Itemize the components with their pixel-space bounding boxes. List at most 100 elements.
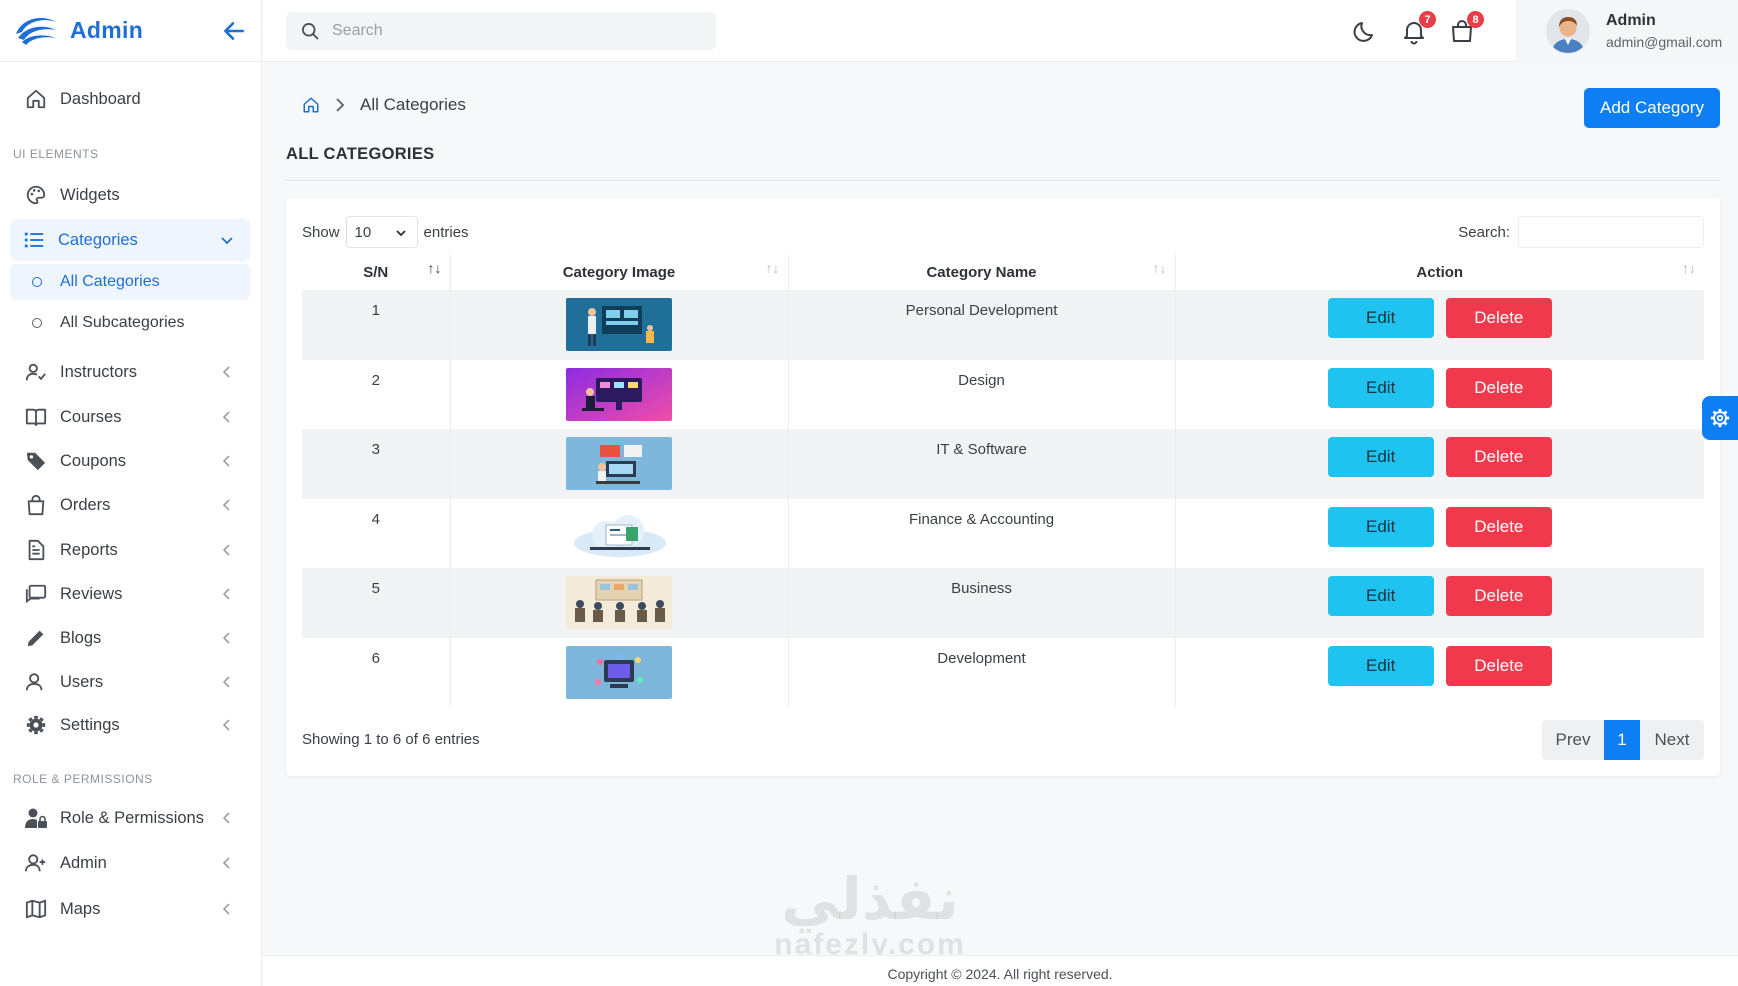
user-email: admin@gmail.com — [1606, 34, 1723, 50]
prev-page-button[interactable]: Prev — [1542, 720, 1604, 760]
book-icon — [24, 405, 48, 429]
table-row: 4 Finance & Accounting Edit Delete — [302, 498, 1704, 568]
customizer-toggle[interactable] — [1702, 396, 1738, 440]
page-button-current[interactable]: 1 — [1604, 720, 1640, 760]
search-icon — [302, 23, 319, 40]
sidebar-subitem-all-categories[interactable]: All Categories — [10, 264, 250, 300]
chevron-left-icon — [222, 455, 230, 467]
arrow-left-icon[interactable] — [221, 18, 247, 44]
section-ui-elements: UI ELEMENTS — [13, 147, 99, 161]
column-header-category-name[interactable]: Category Name ↑↓ — [788, 254, 1176, 290]
column-header-label: Category Name — [926, 263, 1037, 281]
column-header-action[interactable]: Action ↑↓ — [1175, 254, 1704, 290]
home-icon[interactable] — [302, 96, 320, 114]
sort-icon: ↑↓ — [1152, 260, 1167, 276]
sidebar-item-label: Coupons — [60, 451, 127, 470]
divider — [286, 180, 1720, 181]
cell-actions: Edit Delete — [1175, 568, 1704, 638]
add-category-button[interactable]: Add Category — [1584, 88, 1720, 128]
table-row: 2 Design Edit Delete — [302, 359, 1704, 429]
cell-actions: Edit Delete — [1175, 638, 1704, 708]
search-box[interactable] — [286, 12, 716, 50]
sidebar-item-label: Settings — [60, 715, 120, 734]
delete-button[interactable]: Delete — [1445, 506, 1552, 547]
page-length-value: 10 — [354, 223, 372, 241]
edit-button[interactable]: Edit — [1327, 437, 1434, 477]
sidebar-item-users[interactable]: Users — [10, 661, 250, 703]
sidebar-item-coupons[interactable]: Coupons — [10, 440, 250, 482]
category-image-it-software — [566, 437, 672, 490]
breadcrumb: All Categories — [302, 95, 466, 115]
user-menu[interactable]: Admin admin@gmail.com — [1516, 0, 1738, 62]
notifications-button[interactable]: 7 — [1400, 11, 1436, 45]
circle-icon — [32, 318, 42, 328]
delete-button[interactable]: Delete — [1445, 367, 1552, 408]
sidebar-subitem-label: All Subcategories — [60, 314, 185, 331]
cart-button[interactable]: 8 — [1448, 11, 1484, 45]
cell-category-name: Business — [788, 568, 1176, 638]
sidebar-item-courses[interactable]: Courses — [10, 396, 250, 438]
sidebar-item-role-permissions[interactable]: Role & Permissions — [10, 797, 250, 839]
delete-button[interactable]: Delete — [1445, 437, 1552, 477]
edit-button[interactable]: Edit — [1327, 298, 1434, 338]
pagination: Prev 1 Next — [1542, 720, 1704, 760]
sidebar-item-label: Courses — [60, 407, 122, 426]
sidebar-item-label: Reports — [60, 540, 118, 559]
category-image-finance-accounting — [566, 506, 672, 560]
cell-category-name: Personal Development — [788, 290, 1176, 360]
chevron-down-icon — [395, 230, 406, 237]
column-header-category-image[interactable]: Category Image ↑↓ — [450, 254, 789, 290]
edit-button[interactable]: Edit — [1327, 367, 1434, 408]
brand-title: Admin — [70, 17, 144, 43]
column-header-sn[interactable]: S/N ↑↓ — [302, 254, 451, 290]
edit-button[interactable]: Edit — [1327, 506, 1434, 547]
home-icon — [24, 87, 48, 111]
cell-image — [450, 637, 789, 707]
edit-button[interactable]: Edit — [1327, 576, 1434, 616]
sidebar-item-maps[interactable]: Maps — [10, 888, 250, 930]
chevron-left-icon — [222, 544, 230, 556]
page-length-select[interactable]: 10 — [345, 216, 418, 248]
moon-icon[interactable] — [1352, 17, 1380, 45]
sidebar-item-label: Orders — [60, 495, 111, 514]
page-title: ALL CATEGORIES — [286, 145, 435, 163]
edit-button[interactable]: Edit — [1327, 645, 1434, 686]
next-page-button[interactable]: Next — [1640, 720, 1704, 760]
sidebar-item-widgets[interactable]: Widgets — [10, 174, 250, 216]
message-square-icon — [24, 582, 48, 606]
search-input[interactable] — [332, 22, 692, 40]
sidebar-item-instructors[interactable]: Instructors — [10, 351, 250, 393]
user-lock-icon — [24, 806, 48, 830]
page-length-control: Show 10 entries — [302, 216, 469, 248]
category-image-business — [566, 576, 672, 629]
delete-button[interactable]: Delete — [1445, 645, 1552, 686]
sidebar-item-settings[interactable]: Settings — [10, 704, 250, 746]
sidebar-item-label: Blogs — [60, 628, 102, 647]
sidebar-item-label: Users — [60, 672, 104, 691]
avatar — [1546, 9, 1590, 53]
sidebar-item-orders[interactable]: Orders — [10, 484, 250, 526]
delete-button[interactable]: Delete — [1445, 576, 1552, 616]
sidebar-item-reviews[interactable]: Reviews — [10, 573, 250, 615]
category-image-personal-development — [566, 298, 672, 351]
sort-icon: ↑↓ — [1682, 260, 1696, 276]
table-search-input[interactable] — [1518, 216, 1704, 248]
breadcrumb-current: All Categories — [360, 95, 466, 114]
chevron-left-icon — [222, 903, 230, 915]
sidebar-item-reports[interactable]: Reports — [10, 529, 250, 571]
cell-sn: 4 — [302, 498, 451, 568]
sidebar-item-admin[interactable]: Admin — [10, 842, 250, 884]
cell-category-name: Development — [788, 637, 1176, 707]
sidebar-item-dashboard[interactable]: Dashboard — [10, 78, 250, 120]
sidebar-item-categories[interactable]: Categories — [10, 219, 250, 261]
column-header-label: S/N — [363, 263, 389, 281]
sidebar-item-label: Categories — [58, 230, 138, 249]
cell-image — [450, 429, 789, 499]
user-name: Admin — [1606, 12, 1656, 29]
sidebar-item-blogs[interactable]: Blogs — [10, 617, 250, 659]
sidebar-subitem-all-subcategories[interactable]: All Subcategories — [10, 305, 250, 341]
user-plus-icon — [24, 851, 48, 875]
delete-button[interactable]: Delete — [1445, 298, 1552, 338]
sidebar-item-label: Dashboard — [60, 89, 141, 108]
notification-count-badge: 7 — [1419, 11, 1436, 28]
